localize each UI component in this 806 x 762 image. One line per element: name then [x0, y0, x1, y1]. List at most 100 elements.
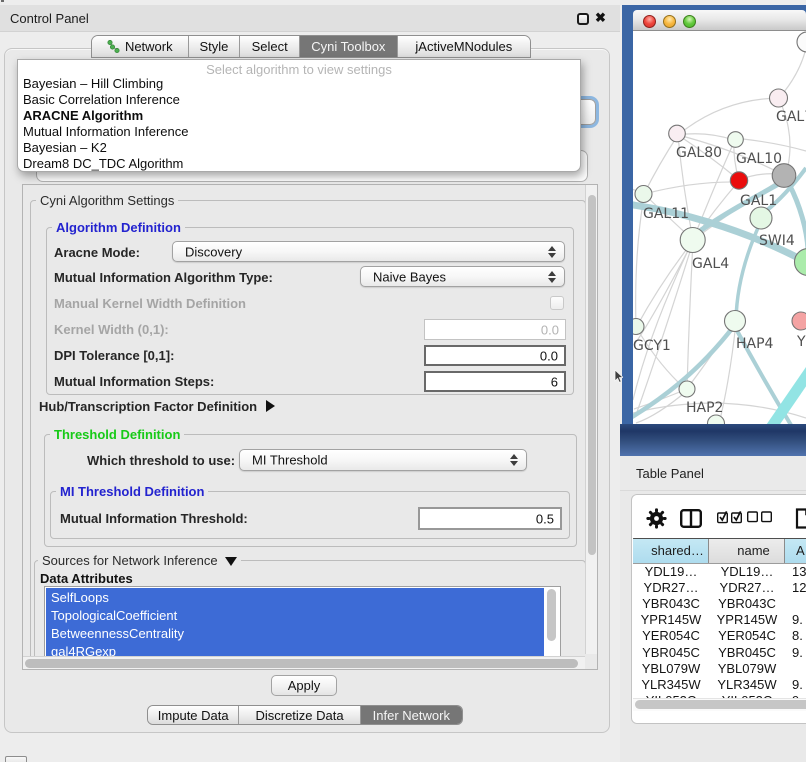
node-green-right[interactable]	[795, 249, 806, 276]
node-bottom[interactable]	[708, 415, 725, 424]
gear-icon[interactable]	[646, 508, 667, 529]
node-gcy1[interactable]	[633, 319, 644, 335]
network-edge[interactable]	[636, 202, 643, 326]
node-label: GAL11	[643, 206, 689, 222]
algorithm-option[interactable]: Bayesian – Hill Climbing	[23, 76, 163, 91]
algorithm-option[interactable]: Bayesian – K2	[23, 140, 107, 155]
node-gal7[interactable]	[770, 89, 788, 107]
vertical-scrollbar[interactable]	[585, 185, 597, 654]
attribute-list-item[interactable]: BetweennessCentrality	[46, 624, 546, 642]
aracne-mode-combobox[interactable]: Discovery	[172, 241, 565, 262]
document-icon[interactable]	[795, 508, 806, 529]
tab-style[interactable]: Style	[189, 36, 241, 57]
horizontal-scrollbar-thumb[interactable]	[25, 659, 578, 668]
table-cell: 9.	[792, 678, 803, 691]
collapse-panel-button[interactable]	[5, 756, 27, 762]
which-threshold-combobox[interactable]: MI Threshold	[239, 449, 527, 471]
network-canvas[interactable]: GAL7GAL80GAL10GAL1GAL11SWI4GAL4GCY1HAP4Y…	[633, 31, 806, 424]
column-header-label: name	[709, 543, 784, 558]
float-window-icon[interactable]	[577, 13, 589, 25]
mi-threshold-input[interactable]: 0.5	[418, 507, 562, 530]
dpi-tolerance-input[interactable]: 0.0	[424, 345, 566, 366]
tab-select[interactable]: Select	[240, 36, 300, 57]
vertical-scrollbar-thumb[interactable]	[588, 195, 596, 555]
node-gal1[interactable]	[730, 172, 747, 189]
network-edge[interactable]	[644, 135, 678, 194]
node-label: GAL7	[776, 109, 806, 125]
attribute-list-item[interactable]: TopologicalCoefficient	[46, 606, 546, 624]
list-scrollbar[interactable]	[544, 588, 559, 656]
table-row[interactable]: YBL079WYBL079W	[633, 661, 806, 677]
node-gal4[interactable]	[680, 228, 705, 253]
threshold-definition-title: Threshold Definition	[50, 427, 184, 442]
mi-threshold-value: 0.5	[536, 511, 554, 526]
algorithm-option[interactable]: ARACNE Algorithm	[23, 108, 143, 123]
node-gal11[interactable]	[635, 186, 652, 203]
close-icon[interactable]: ✖	[595, 10, 606, 26]
tab-cyni-toolbox[interactable]: Cyni Toolbox	[300, 36, 398, 57]
mi-type-combobox[interactable]: Naive Bayes	[360, 266, 565, 287]
algorithm-option[interactable]: Mutual Information Inference	[23, 124, 188, 139]
minimize-traffic-light[interactable]	[663, 15, 676, 28]
tab-label: Network	[125, 39, 173, 54]
node-gal10[interactable]	[728, 132, 744, 148]
collapse-down-icon[interactable]	[225, 557, 237, 566]
list-scrollbar-thumb[interactable]	[547, 589, 556, 641]
node-swi4[interactable]	[750, 207, 772, 229]
expand-right-icon[interactable]	[266, 400, 275, 412]
algorithm-option[interactable]: Dream8 DC_TDC Algorithm	[23, 156, 183, 171]
apply-button[interactable]: Apply	[271, 675, 337, 696]
column-header-partial[interactable]: A	[785, 539, 806, 563]
table-row[interactable]: YLR345WYLR345W9.	[633, 677, 806, 693]
dpi-tolerance-label: DPI Tolerance [0,1]:	[54, 348, 174, 363]
table-cell: 9.	[792, 646, 803, 659]
node-hap2[interactable]	[679, 381, 695, 397]
network-edge[interactable]	[636, 327, 681, 385]
network-edge[interactable]	[743, 139, 806, 151]
table-cell: YPR145W	[633, 613, 709, 626]
tab-discretize-data[interactable]: Discretize Data	[239, 706, 360, 724]
network-edge[interactable]	[637, 241, 693, 326]
attribute-list-item[interactable]: SelfLoops	[46, 588, 546, 606]
table-row[interactable]: YDL19…YDL19…13	[633, 564, 806, 580]
split-view-icon[interactable]	[680, 509, 702, 528]
network-edge[interactable]	[678, 98, 779, 135]
table-row[interactable]: YBR043CYBR043C	[633, 596, 806, 612]
attribute-list-item[interactable]: gal4RGexp	[46, 642, 546, 656]
table-row[interactable]: YBR045CYBR045C9.	[633, 645, 806, 661]
table-horizontal-scrollbar-thumb[interactable]	[635, 700, 806, 709]
mi-threshold-label: Mutual Information Threshold:	[60, 511, 248, 526]
algorithm-option[interactable]: Basic Correlation Inference	[23, 92, 180, 107]
data-attributes-list[interactable]: SelfLoopsTopologicalCoefficientBetweenne…	[44, 586, 561, 656]
kernel-width-input[interactable]: 0.0	[424, 319, 566, 340]
mi-steps-input[interactable]: 6	[424, 371, 566, 392]
network-window-titlebar[interactable]	[633, 10, 806, 31]
manual-kernel-label: Manual Kernel Width Definition	[54, 296, 246, 311]
which-threshold-value: MI Threshold	[252, 453, 328, 468]
node-gray[interactable]	[772, 164, 796, 188]
node-top[interactable]	[797, 32, 806, 52]
node-hap4[interactable]	[725, 311, 746, 332]
deselect-all-boxes-icon[interactable]	[747, 511, 772, 523]
close-traffic-light[interactable]	[643, 15, 656, 28]
zoom-traffic-light[interactable]	[683, 15, 696, 28]
node-gal80[interactable]	[669, 125, 686, 142]
tab-network[interactable]: Network	[92, 36, 189, 57]
table-row[interactable]: YPR145WYPR145W9.	[633, 613, 806, 629]
node-label: HAP4	[736, 336, 774, 352]
column-header-shared-name[interactable]: shared…	[633, 539, 709, 563]
table-row[interactable]: YDR27…YDR27…12	[633, 580, 806, 596]
select-all-checks-icon[interactable]	[717, 510, 742, 524]
table-body[interactable]: YDL19…YDL19…13YDR27…YDR27…12YBR043CYBR04…	[633, 564, 806, 698]
column-header-name[interactable]: name	[709, 539, 785, 563]
sources-group-title[interactable]: Sources for Network Inference	[38, 553, 241, 568]
tab-infer-network[interactable]: Infer Network	[361, 706, 462, 724]
hub-section-header[interactable]: Hub/Transcription Factor Definition	[39, 399, 275, 414]
manual-kernel-checkbox[interactable]	[550, 296, 564, 310]
table-row[interactable]: YER054CYER054C8.	[633, 629, 806, 645]
tab-jactivemnodules[interactable]: jActiveMNodules	[398, 36, 530, 57]
combo-arrows-icon	[548, 271, 556, 283]
network-edge[interactable]	[644, 182, 739, 194]
tab-impute-data[interactable]: Impute Data	[148, 706, 239, 724]
node-salmon[interactable]	[792, 312, 806, 330]
